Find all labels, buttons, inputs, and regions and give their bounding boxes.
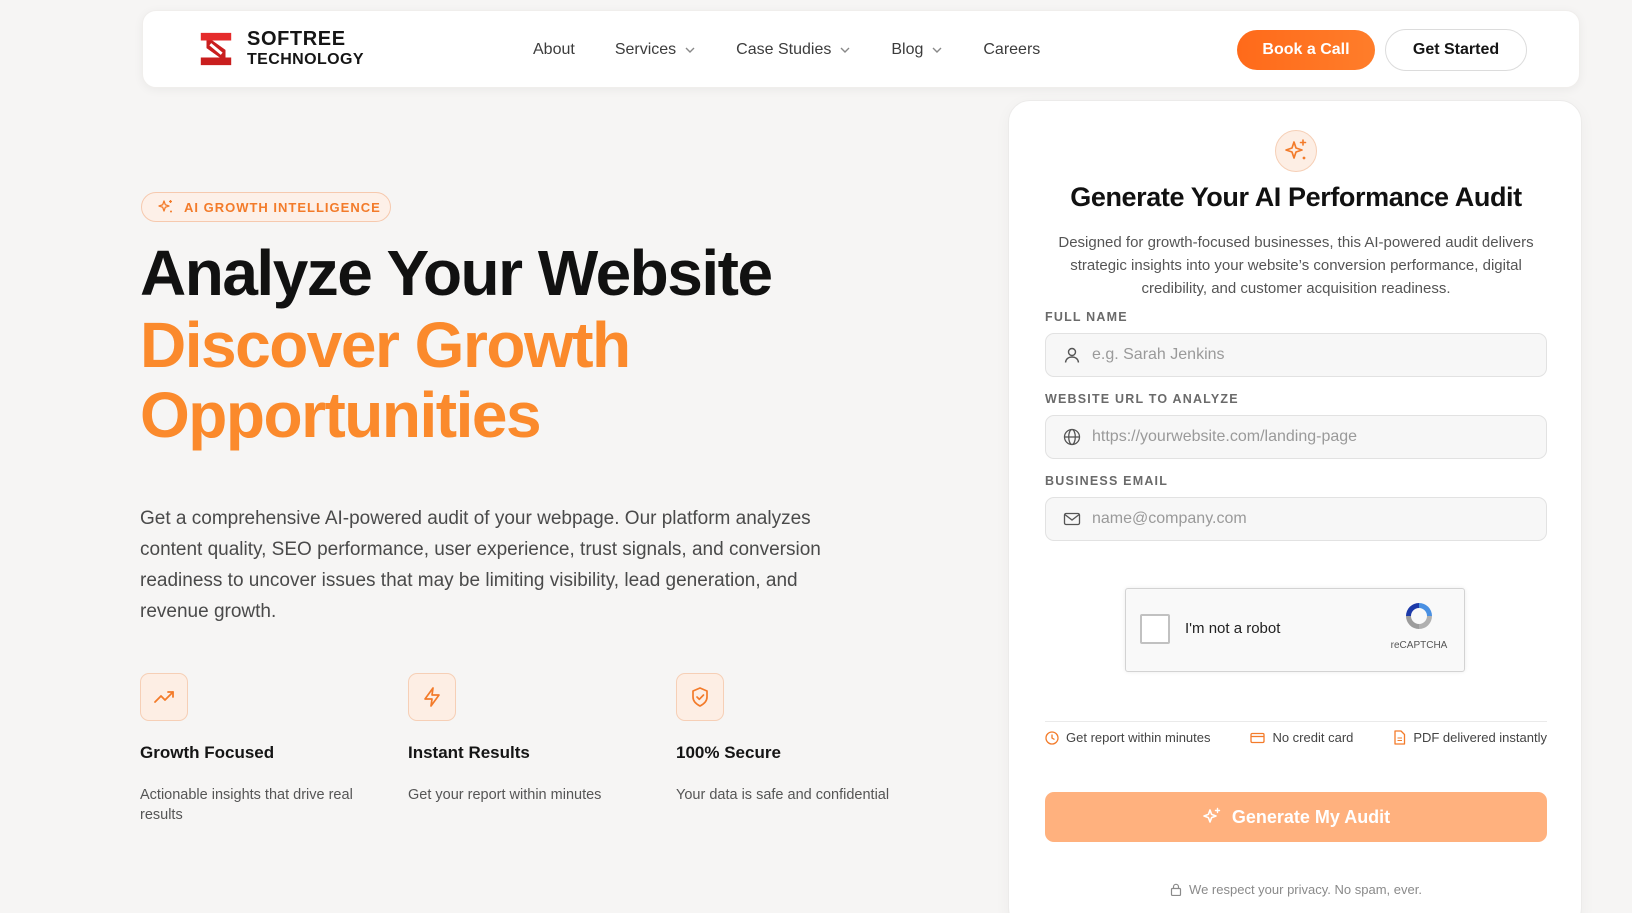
full-name-label: FULL NAME (1045, 310, 1128, 324)
trending-up-icon (140, 673, 188, 721)
brand-name-line2: TECHNOLOGY (247, 51, 364, 68)
nav-about-label: About (533, 41, 575, 58)
nav-case-studies-label: Case Studies (736, 41, 832, 58)
nav-careers[interactable]: Careers (983, 41, 1040, 59)
feature-title: Instant Results (408, 743, 530, 762)
nav-services-label: Services (614, 41, 677, 58)
main-nav: About Services Case Studies Blog Careers (533, 11, 1080, 89)
ai-growth-badge: AI GROWTH INTELLIGENCE (141, 192, 391, 222)
nav-case-studies[interactable]: Case Studies (736, 41, 851, 59)
get-started-button[interactable]: Get Started (1385, 29, 1527, 71)
business-email-label: BUSINESS EMAIL (1045, 474, 1169, 488)
hero-heading-accent-line1: Discover Growth (140, 309, 631, 381)
perk-item: Get report within minutes (1045, 730, 1211, 745)
nav-about[interactable]: About (533, 41, 575, 59)
clock-icon (1045, 730, 1059, 745)
feature-title: 100% Secure (676, 743, 781, 762)
feature-list: Growth Focused Actionable insights that … (140, 673, 944, 825)
document-icon (1394, 730, 1406, 745)
recaptcha-icon (1406, 603, 1432, 629)
chevron-down-icon (840, 47, 850, 53)
nav-careers-label: Careers (983, 41, 1041, 58)
divider (1045, 721, 1547, 722)
audit-form-subtitle: Designed for growth-focused businesses, … (1058, 234, 1534, 297)
mail-icon (1062, 509, 1082, 529)
lock-icon (1170, 883, 1182, 896)
nav-blog[interactable]: Blog (891, 41, 943, 59)
sparkle-icon (1275, 130, 1317, 172)
website-url-field[interactable] (1045, 415, 1547, 459)
brand-name-line1: SOFTREE (247, 28, 346, 50)
audit-form-card: Generate Your AI Performance Audit Desig… (1008, 100, 1582, 913)
hero-heading-accent: Discover Growth Opportunities (140, 309, 631, 452)
feature-secure: 100% Secure Your data is safe and confid… (676, 673, 944, 825)
user-icon (1062, 345, 1082, 365)
feature-description: Actionable insights that drive real resu… (140, 787, 353, 823)
recaptcha-brand: reCAPTCHA (1390, 640, 1448, 651)
nav-blog-label: Blog (891, 41, 924, 58)
globe-icon (1062, 427, 1082, 447)
nav-services[interactable]: Services (615, 41, 696, 59)
hero-heading-accent-line2: Opportunities (140, 379, 542, 452)
website-url-input[interactable] (1092, 428, 1546, 446)
recaptcha-logo: reCAPTCHA (1388, 599, 1450, 651)
recaptcha-checkbox[interactable] (1140, 614, 1170, 644)
business-email-input[interactable] (1092, 510, 1546, 528)
softree-logo-icon (200, 32, 232, 65)
perk-list: Get report within minutes No credit card… (1045, 730, 1547, 745)
site-header: SOFTREE TECHNOLOGY About Services Case S… (142, 10, 1580, 88)
lightning-icon (408, 673, 456, 721)
sparkle-icon (158, 200, 172, 213)
full-name-input[interactable] (1092, 346, 1546, 364)
perk-item: PDF delivered instantly (1393, 730, 1547, 745)
perk-item: No credit card (1250, 730, 1353, 745)
feature-title: Growth Focused (140, 743, 275, 762)
hero-heading: Analyze Your Website (140, 237, 773, 309)
perk-label: No credit card (1272, 730, 1354, 745)
chevron-down-icon (685, 47, 695, 53)
audit-form-title: Generate Your AI Performance Audit (1070, 182, 1522, 212)
feature-growth-focused: Growth Focused Actionable insights that … (140, 673, 408, 825)
business-email-field[interactable] (1045, 497, 1547, 541)
chevron-down-icon (932, 47, 942, 53)
full-name-field[interactable] (1045, 333, 1547, 377)
book-call-button[interactable]: Book a Call (1237, 30, 1375, 70)
hero-description: Get a comprehensive AI-powered audit of … (140, 508, 821, 622)
perk-label: PDF delivered instantly (1413, 730, 1547, 745)
feature-instant-results: Instant Results Get your report within m… (408, 673, 676, 825)
recaptcha-widget: I'm not a robot reCAPTCHA (1125, 588, 1465, 672)
website-url-label: WEBSITE URL TO ANALYZE (1045, 392, 1239, 406)
shield-check-icon (676, 673, 724, 721)
credit-card-icon (1250, 732, 1266, 743)
privacy-note: We respect your privacy. No spam, ever. (1009, 882, 1583, 897)
brand-logo[interactable]: SOFTREE TECHNOLOGY (197, 29, 364, 68)
sparkle-icon (1203, 807, 1221, 823)
generate-audit-button[interactable]: Generate My Audit (1045, 792, 1547, 842)
generate-audit-label: Generate My Audit (1231, 806, 1391, 827)
feature-description: Get your report within minutes (408, 787, 602, 803)
badge-label: AI GROWTH INTELLIGENCE (184, 199, 381, 215)
privacy-note-label: We respect your privacy. No spam, ever. (1189, 882, 1422, 897)
recaptcha-label: I'm not a robot (1185, 620, 1281, 637)
feature-description: Your data is safe and confidential (676, 787, 890, 803)
perk-label: Get report within minutes (1066, 730, 1211, 745)
